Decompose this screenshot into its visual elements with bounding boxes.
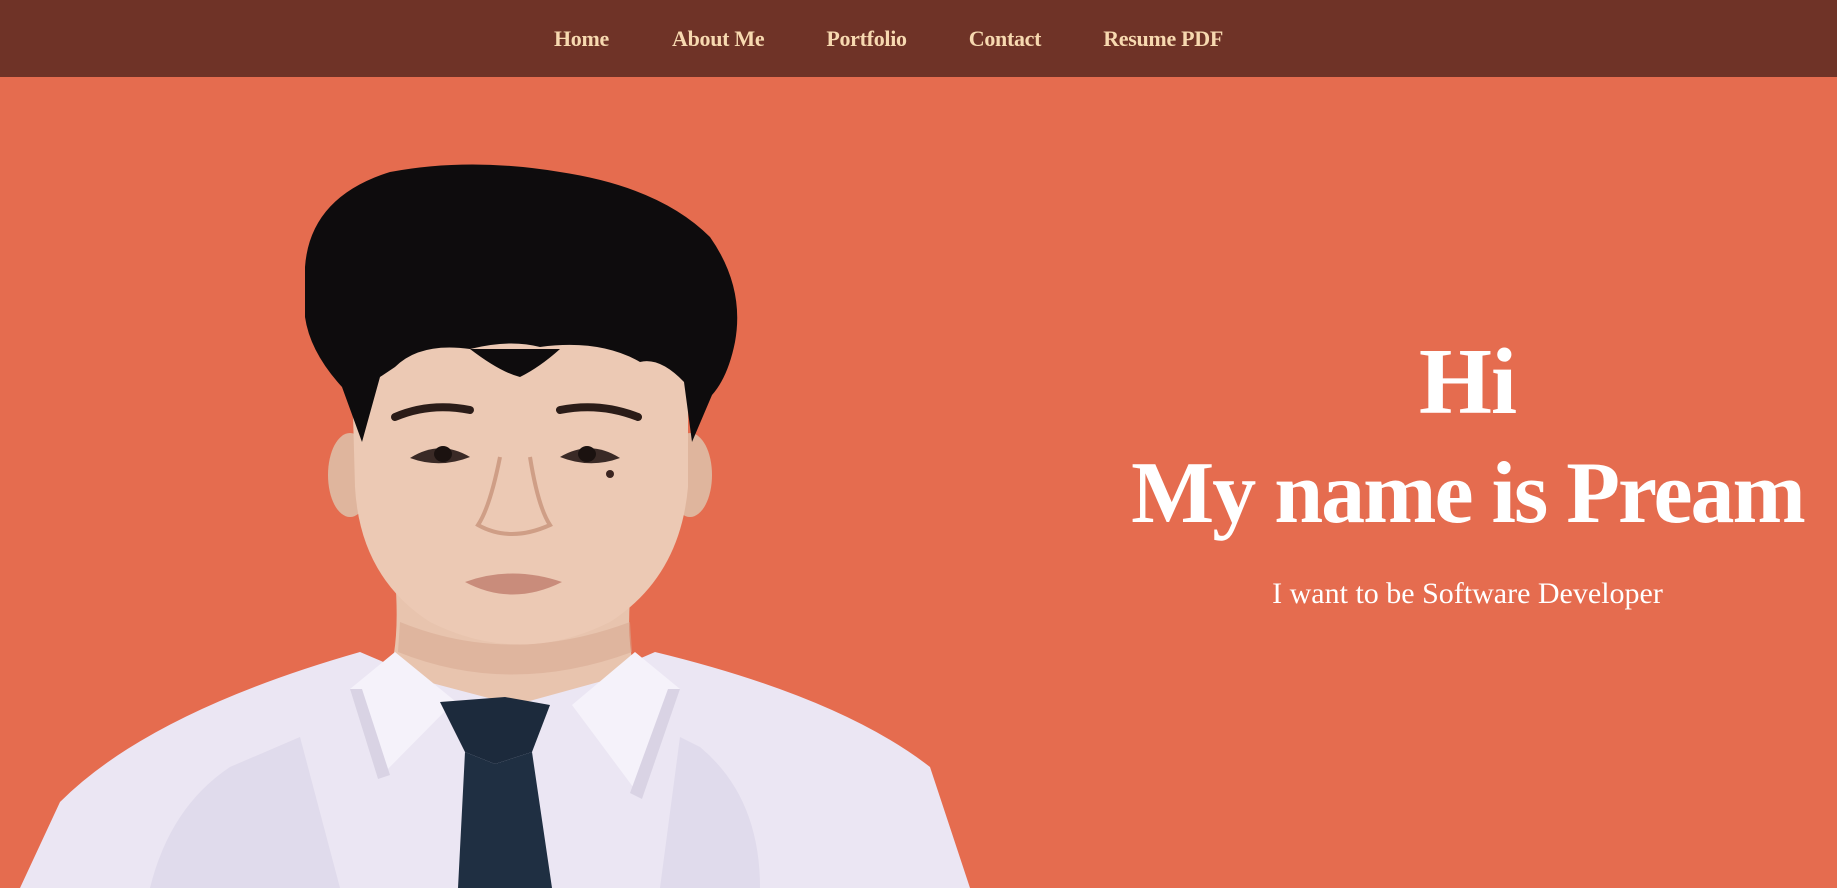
nav-link-resume-pdf[interactable]: Resume PDF [1103, 26, 1223, 52]
hero-tagline: I want to be Software Developer [1272, 577, 1663, 610]
nav-link-portfolio[interactable]: Portfolio [826, 26, 907, 52]
nav-link-contact[interactable]: Contact [969, 26, 1042, 52]
top-navbar: Home About Me Portfolio Contact Resume P… [0, 0, 1837, 77]
nav-link-home[interactable]: Home [554, 26, 609, 52]
profile-photo [20, 164, 970, 888]
nav-link-about-me[interactable]: About Me [672, 26, 765, 52]
hero-section: Hi My name is Pream I want to be Softwar… [0, 77, 1837, 888]
hero-name: My name is Pream [1131, 445, 1806, 542]
hero-intro: Hi My name is Pream I want to be Softwar… [1100, 332, 1835, 644]
hero-greeting: Hi [1418, 330, 1517, 434]
